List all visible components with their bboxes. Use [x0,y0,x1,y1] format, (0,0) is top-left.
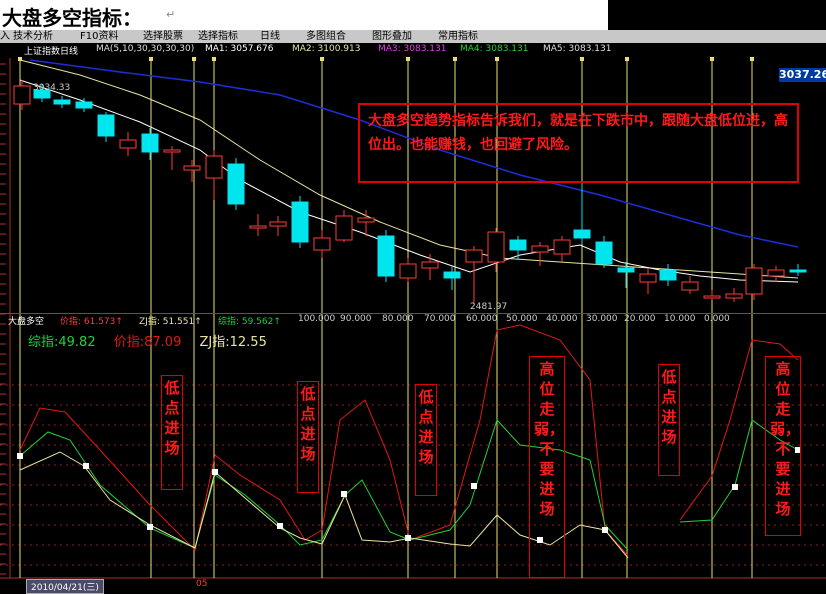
guide-marker [495,57,499,61]
indicator-point [212,469,218,475]
candle-body [205,155,223,179]
header-val: 80.000 [382,314,414,324]
header-val: ZJ指: 51.551↑ [139,317,202,327]
guide-marker [192,57,196,61]
month-label: 05 [196,579,208,589]
header-val: 40.000 [546,314,578,324]
candle-body [487,231,505,263]
indicator-point [147,524,153,530]
header-val: 70.000 [424,314,456,324]
chart-canvas [0,57,826,579]
candle-body [725,293,743,299]
candle-body [227,163,245,205]
header-val: 90.000 [340,314,372,324]
candle-body [97,114,115,137]
indicator-point [405,535,411,541]
guide-marker [149,57,153,61]
callout-box: 大盘多空趋势指标告诉我们，就是在下跌市中，跟随大盘低位进，高位出。也能赚钱，也回… [358,103,799,183]
candle-body [745,267,763,295]
candle-body [269,221,287,227]
annotation-high-weak: 高位走弱，不要进场 [529,356,565,578]
indicator-point [602,527,608,533]
candle-body [377,235,395,277]
candle-body [443,271,461,279]
header-val: 50.000 [506,314,538,324]
guide-marker [580,57,584,61]
current-price-box: 3037.26 [779,68,826,82]
guide-marker [320,57,324,61]
indicator-point [277,523,283,529]
candle-body [399,263,417,279]
candle-body [767,269,785,277]
kline-high-label: 3034.33 [33,83,71,93]
candle-body [141,133,159,153]
candle-body [335,215,353,241]
candle-body [53,99,71,105]
candle-body [421,261,439,269]
indicator-name: 大盘多空 [8,317,45,327]
annotation-high-weak: 高位走弱，不要进场 [765,356,801,536]
annotation-low-entry: 低点进场 [161,375,183,490]
indicator-point [17,453,23,459]
candle-body [119,139,137,149]
candle-body [659,269,677,281]
candle-body [681,281,699,291]
guide-marker [710,57,714,61]
candle-body [509,239,527,251]
header-val: 10.000 [664,314,696,324]
candle-body [183,165,201,171]
guide-marker [750,57,754,61]
header-val: 0.000 [704,314,730,324]
indicator-point [83,463,89,469]
annotation-low-entry: 低点进场 [297,381,319,493]
annotation-low-entry: 低点进场 [658,364,680,476]
guide-marker [212,57,216,61]
header-val: 20.000 [624,314,656,324]
guide-marker [453,57,457,61]
candle-body [531,245,549,253]
header-val: 60.000 [466,314,498,324]
header-val: 30.000 [586,314,618,324]
guide-marker [625,57,629,61]
candle-body [313,237,331,251]
annotation-low-entry: 低点进场 [415,384,437,496]
header-val: 价指: 61.573↑ [60,317,123,327]
candle-body [465,249,483,263]
header-val: 100.000 [298,314,336,324]
candle-body [249,225,267,229]
candle-body [595,241,613,265]
guide-marker [406,57,410,61]
indicator-point [341,491,347,497]
zongzhi-value: 综指:49.82 [28,335,96,350]
candle-body [789,269,807,273]
zj-value: ZJ指:12.55 [199,335,267,350]
candle-body [617,267,635,273]
indicator-header: 大盘多空 价指: 61.573↑ ZJ指: 51.551↑ 综指: 59.562… [0,314,826,327]
candle-body [163,149,181,153]
header-val: 综指: 59.562↑ [218,317,281,327]
jiazhi-value: 价指:87.09 [113,335,182,350]
indicator-point [471,483,477,489]
kline-low-label: 2481.97 [470,302,508,312]
candle-body [291,201,309,243]
candle-body [639,273,657,283]
candle-body [553,239,571,255]
date-label: 2010/04/21(三) [26,579,104,594]
indicator-values: 综指:49.82 价指:87.09 ZJ指:12.55 [28,331,281,350]
candle-body [357,217,375,223]
indicator-point [732,484,738,490]
date-bar: 2010/04/21(三) 05 [0,579,826,594]
candle-body [573,229,591,239]
candle-body [703,295,721,299]
candle-body [75,101,93,109]
candle-body [13,85,31,105]
